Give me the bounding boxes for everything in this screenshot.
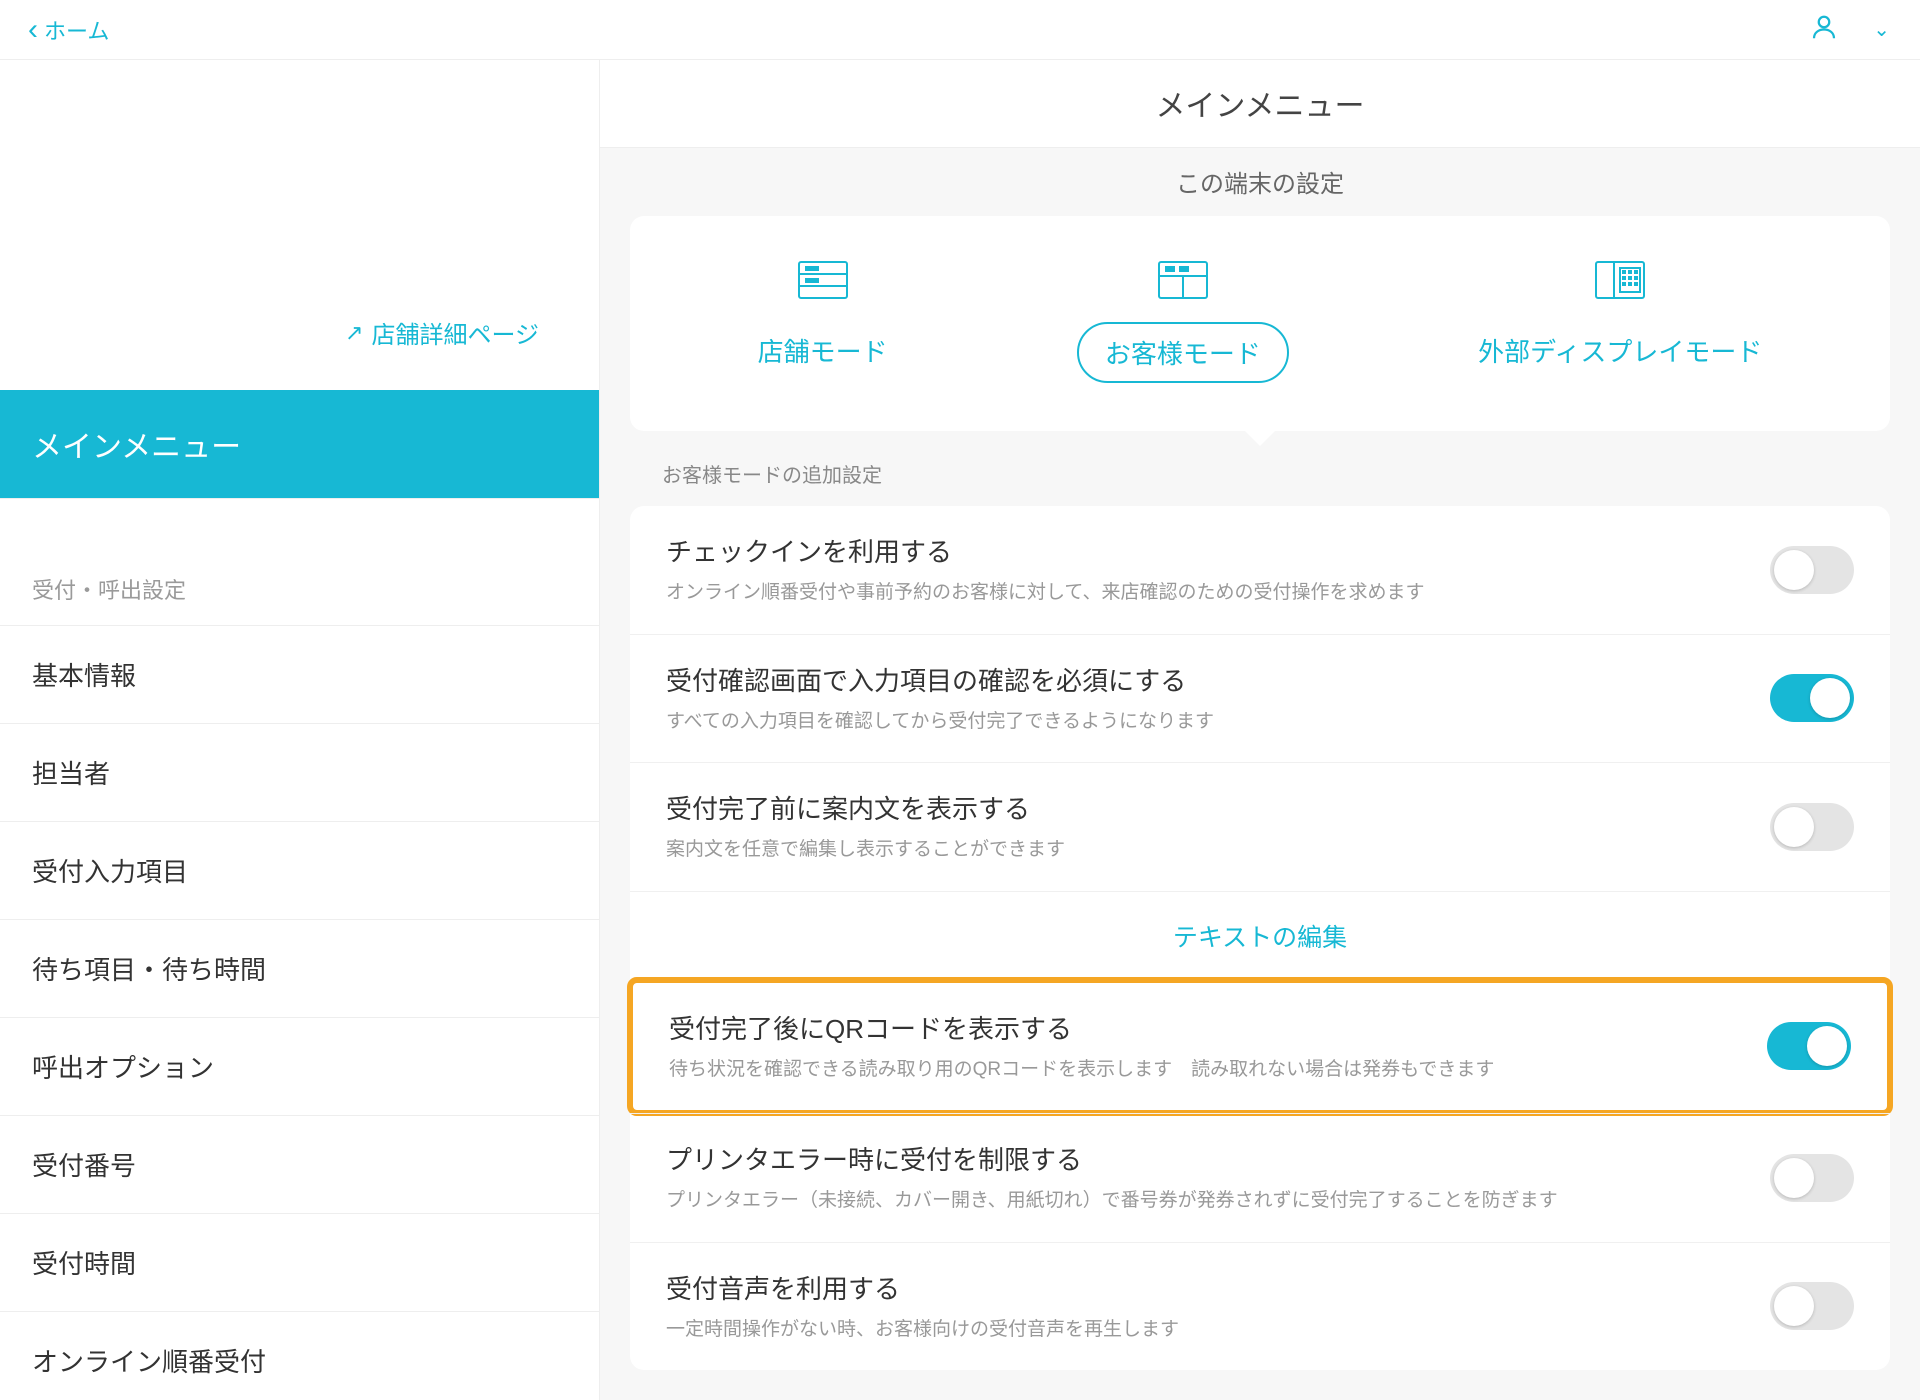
mode-customer[interactable]: お客様モード	[1077, 258, 1289, 383]
chevron-down-icon[interactable]: ⌄	[1873, 17, 1890, 42]
sidebar-item-online[interactable]: オンライン順番受付	[0, 1312, 599, 1400]
store-mode-icon	[795, 258, 851, 302]
sidebar-section-label: 受付・呼出設定	[0, 573, 599, 626]
setting-desc: 一定時間操作がない時、お客様向けの受付音声を再生します	[666, 1316, 1746, 1345]
toggle-checkin[interactable]	[1770, 546, 1854, 594]
setting-title: プリンタエラー時に受付を制限する	[666, 1140, 1746, 1177]
setting-qr-code: 受付完了後にQRコードを表示する 待ち状況を確認できる読み取り用のQRコードを表…	[627, 977, 1893, 1117]
back-home-link[interactable]: ‹ ホーム	[28, 14, 109, 46]
external-link-icon: ↗	[345, 320, 363, 346]
edit-text-row: テキストの編集	[630, 891, 1890, 980]
store-link-label: 店舗詳細ページ	[371, 315, 539, 350]
mode-display[interactable]: 外部ディスプレイモード	[1452, 258, 1788, 383]
display-mode-icon	[1592, 258, 1648, 302]
sidebar-item-basic[interactable]: 基本情報	[0, 626, 599, 724]
setting-title: 受付音声を利用する	[666, 1269, 1746, 1306]
mode-store-label: 店舗モード	[732, 322, 914, 379]
setting-desc: すべての入力項目を確認してから受付完了できるようになります	[666, 708, 1746, 737]
sidebar-item-number[interactable]: 受付番号	[0, 1116, 599, 1214]
setting-precomplete-text: 受付完了前に案内文を表示する 案内文を任意で編集し表示することができます	[630, 762, 1890, 891]
setting-desc: プリンタエラー（未接続、カバー開き、用紙切れ）で番号券が発券されずに受付完了する…	[666, 1187, 1746, 1216]
customer-mode-icon	[1155, 258, 1211, 302]
mode-store[interactable]: 店舗モード	[732, 258, 914, 383]
setting-audio: 受付音声を利用する 一定時間操作がない時、お客様向けの受付音声を再生します	[630, 1242, 1890, 1371]
sidebar-item-hours[interactable]: 受付時間	[0, 1214, 599, 1312]
mode-display-label: 外部ディスプレイモード	[1452, 322, 1788, 379]
store-detail-link[interactable]: ↗ 店舗詳細ページ	[345, 315, 539, 350]
setting-confirm-required: 受付確認画面で入力項目の確認を必須にする すべての入力項目を確認してから受付完了…	[630, 634, 1890, 763]
setting-checkin: チェックインを利用する オンライン順番受付や事前予約のお客様に対して、来店確認の…	[630, 506, 1890, 634]
setting-desc: 待ち状況を確認できる読み取り用のQRコードを表示します 読み取れない場合は発券も…	[669, 1056, 1743, 1085]
setting-title: 受付完了前に案内文を表示する	[666, 789, 1746, 826]
sidebar-item-wait-items[interactable]: 待ち項目・待ち時間	[0, 920, 599, 1018]
setting-title: 受付確認画面で入力項目の確認を必須にする	[666, 661, 1746, 698]
toggle-printer-error[interactable]	[1770, 1154, 1854, 1202]
toggle-qr-code[interactable]	[1767, 1022, 1851, 1070]
edit-text-link[interactable]: テキストの編集	[1173, 924, 1347, 952]
sidebar: ↗ 店舗詳細ページ メインメニュー 受付・呼出設定 基本情報 担当者 受付入力項…	[0, 60, 600, 1400]
main-panel: メインメニュー この端末の設定 店舗モード お客様モード	[600, 60, 1920, 1400]
back-label: ホーム	[44, 14, 109, 46]
sidebar-item-staff[interactable]: 担当者	[0, 724, 599, 822]
main-title: メインメニュー	[600, 60, 1920, 148]
sidebar-item-input-items[interactable]: 受付入力項目	[0, 822, 599, 920]
main-subtitle: この端末の設定	[600, 148, 1920, 216]
chevron-left-icon: ‹	[28, 15, 38, 45]
mode-selector-card: 店舗モード お客様モード 外部デ	[630, 216, 1890, 431]
toggle-confirm-required[interactable]	[1770, 674, 1854, 722]
mode-customer-label: お客様モード	[1077, 322, 1289, 383]
sidebar-item-main-menu[interactable]: メインメニュー	[0, 390, 599, 499]
toggle-precomplete-text[interactable]	[1770, 803, 1854, 851]
topbar: ‹ ホーム ⌄	[0, 0, 1920, 60]
setting-title: 受付完了後にQRコードを表示する	[669, 1009, 1743, 1046]
setting-title: チェックインを利用する	[666, 532, 1746, 569]
user-icon[interactable]	[1809, 12, 1839, 47]
setting-desc: 案内文を任意で編集し表示することができます	[666, 836, 1746, 865]
settings-panel: チェックインを利用する オンライン順番受付や事前予約のお客様に対して、来店確認の…	[630, 506, 1890, 1370]
sidebar-item-call-opts[interactable]: 呼出オプション	[0, 1018, 599, 1116]
setting-desc: オンライン順番受付や事前予約のお客様に対して、来店確認のための受付操作を求めます	[666, 579, 1746, 608]
toggle-audio[interactable]	[1770, 1282, 1854, 1330]
setting-printer-error: プリンタエラー時に受付を制限する プリンタエラー（未接続、カバー開き、用紙切れ）…	[630, 1113, 1890, 1242]
